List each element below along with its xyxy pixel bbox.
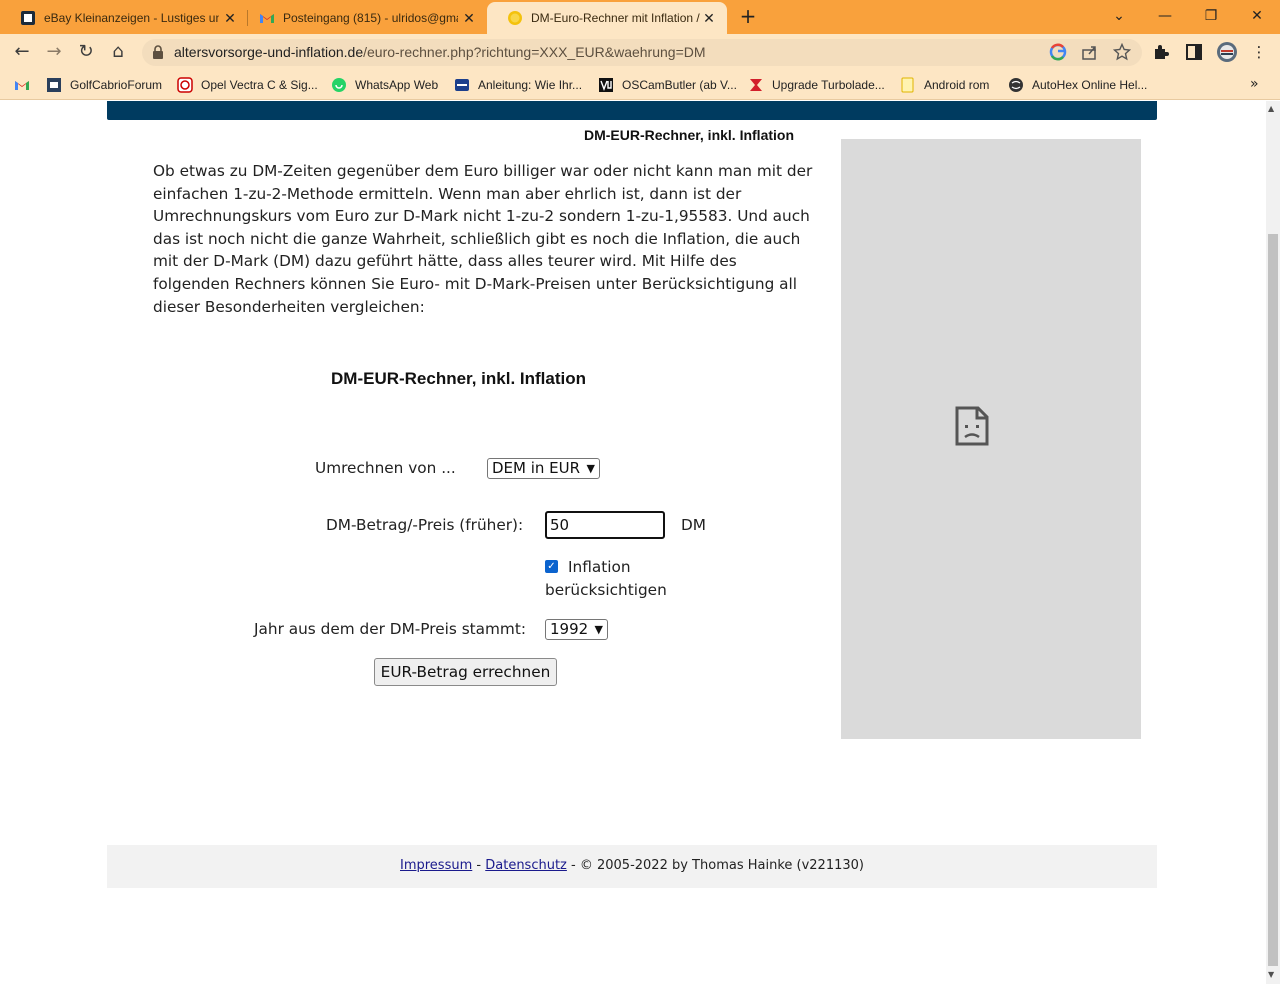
- tab-title: eBay Kleinanzeigen - Lustiges un: [44, 11, 219, 25]
- bookmark-gmail[interactable]: [14, 77, 38, 93]
- url-host: altersvorsorge-und-inflation.de: [174, 44, 364, 60]
- tab-dm-euro-rechner[interactable]: DM-Euro-Rechner mit Inflation / ✕: [487, 2, 727, 34]
- close-icon[interactable]: ✕: [222, 10, 238, 26]
- page-breadcrumb: DM-EUR-Rechner, inkl. Inflation: [584, 127, 795, 143]
- bookmark-star-icon[interactable]: [1113, 43, 1131, 61]
- reload-button[interactable]: ↻: [74, 40, 98, 64]
- year-select[interactable]: 1992 ▼: [545, 619, 608, 640]
- convert-label: Umrechnen von ...: [315, 459, 456, 477]
- broken-page-icon: [955, 406, 989, 446]
- bookmark-label: GolfCabrioForum: [70, 78, 163, 92]
- lock-icon[interactable]: [152, 45, 164, 59]
- forward-button[interactable]: →: [42, 40, 66, 64]
- inflation-label: Inflation: [568, 558, 631, 576]
- tab-title: DM-Euro-Rechner mit Inflation /: [531, 11, 700, 25]
- gmail-favicon: [260, 14, 274, 23]
- bookmark-golfcabrioforum[interactable]: GolfCabrioForum: [46, 77, 162, 93]
- inflation-label-line2: berücksichtigen: [545, 581, 667, 599]
- bookmark-opel[interactable]: Opel Vectra C & Sig...: [177, 77, 318, 93]
- convert-direction-select[interactable]: DEM in EUR ▼: [487, 458, 600, 479]
- google-icon[interactable]: [1049, 43, 1067, 61]
- tab-search-button[interactable]: ⌄: [1104, 4, 1134, 28]
- page-footer: Impressum - Datenschutz - © 2005-2022 by…: [107, 845, 1157, 888]
- bookmarks-overflow-button[interactable]: »: [1250, 76, 1259, 92]
- bookmark-label: Upgrade Turbolade...: [772, 78, 885, 92]
- footer-separator: -: [476, 858, 482, 873]
- bookmark-label: Anleitung: Wie Ihr...: [478, 78, 583, 92]
- scroll-up-arrow-icon[interactable]: ▲: [1268, 104, 1274, 113]
- url-text[interactable]: altersvorsorge-und-inflation.de/euro-rec…: [174, 44, 706, 60]
- opel-icon: [177, 77, 193, 93]
- window-close-button[interactable]: ✕: [1242, 4, 1272, 28]
- tab-title: Posteingang (815) - ulridos@gma: [283, 11, 458, 25]
- vu-icon: [599, 78, 613, 92]
- restore-button[interactable]: ❐: [1196, 4, 1226, 28]
- intro-paragraph: Ob etwas zu DM-Zeiten gegenüber dem Euro…: [153, 162, 813, 316]
- gmail-icon: [15, 81, 29, 90]
- amount-input[interactable]: 50: [545, 511, 665, 539]
- coin-favicon: [508, 11, 522, 25]
- close-icon[interactable]: ✕: [461, 10, 477, 26]
- datenschutz-link[interactable]: Datenschutz: [485, 858, 567, 873]
- calculate-eur-button[interactable]: EUR-Betrag errechnen: [374, 658, 557, 686]
- back-button[interactable]: ←: [10, 40, 34, 64]
- home-button[interactable]: ⌂: [106, 40, 130, 64]
- whatsapp-icon: [332, 78, 346, 92]
- calculator-title: DM-EUR-Rechner, inkl. Inflation: [331, 369, 587, 388]
- tab-gmail[interactable]: Posteingang (815) - ulridos@gma ✕: [239, 2, 487, 34]
- amount-unit: DM: [681, 516, 706, 534]
- convert-direction-value: DEM in EUR: [492, 459, 581, 477]
- inflation-checkbox[interactable]: ✓: [545, 560, 558, 573]
- extensions-icon[interactable]: [1152, 43, 1170, 61]
- bookmark-label: WhatsApp Web: [355, 78, 439, 92]
- ad-placeholder: [841, 139, 1141, 739]
- bookmark-label: AutoHex Online Hel...: [1032, 78, 1148, 92]
- bookmark-upgrade-turbolader[interactable]: Upgrade Turbolade...: [748, 77, 885, 93]
- scrollbar-thumb[interactable]: [1268, 234, 1278, 966]
- year-label: Jahr aus dem der DM-Preis stammt:: [254, 620, 526, 638]
- minimize-button[interactable]: —: [1150, 4, 1180, 28]
- folder-icon: [901, 77, 914, 93]
- side-panel-icon[interactable]: [1185, 43, 1203, 61]
- deb-icon: [455, 79, 469, 91]
- close-icon[interactable]: ✕: [701, 10, 717, 26]
- ebay-favicon: [21, 11, 35, 25]
- bookmark-label: Android rom: [924, 78, 990, 92]
- bookmark-android-rom[interactable]: Android rom: [900, 77, 989, 93]
- impressum-link[interactable]: Impressum: [400, 858, 472, 873]
- year-value: 1992: [550, 620, 589, 638]
- bookmark-label: OSCamButler (ab V...: [622, 78, 737, 92]
- bookmark-autohex[interactable]: AutoHex Online Hel...: [1008, 77, 1147, 93]
- bookmark-label: Opel Vectra C & Sig...: [201, 78, 318, 92]
- bookmark-anleitung[interactable]: Anleitung: Wie Ihr...: [454, 77, 582, 93]
- menu-icon[interactable]: ⋮: [1249, 42, 1269, 62]
- site-header-bar: [107, 101, 1157, 120]
- new-tab-button[interactable]: +: [738, 6, 758, 26]
- profile-avatar-icon[interactable]: [1216, 41, 1238, 63]
- turbo-icon: [750, 79, 762, 91]
- share-icon[interactable]: [1081, 43, 1099, 61]
- chevron-down-icon: ▼: [594, 623, 603, 636]
- bookmark-oscambutler[interactable]: OSCamButler (ab V...: [598, 77, 737, 93]
- footer-copyright: - © 2005-2022 by Thomas Hainke (v221130): [571, 858, 864, 873]
- globe-icon: [1009, 78, 1023, 92]
- forum-icon: [47, 78, 61, 92]
- tab-ebay[interactable]: eBay Kleinanzeigen - Lustiges un ✕: [0, 2, 248, 34]
- bookmark-whatsapp[interactable]: WhatsApp Web: [331, 77, 438, 93]
- scroll-down-arrow-icon[interactable]: ▼: [1268, 970, 1274, 979]
- url-path: /euro-rechner.php?richtung=XXX_EUR&waehr…: [363, 44, 706, 60]
- chevron-down-icon: ▼: [586, 462, 595, 475]
- amount-label: DM-Betrag/-Preis (früher):: [326, 516, 524, 534]
